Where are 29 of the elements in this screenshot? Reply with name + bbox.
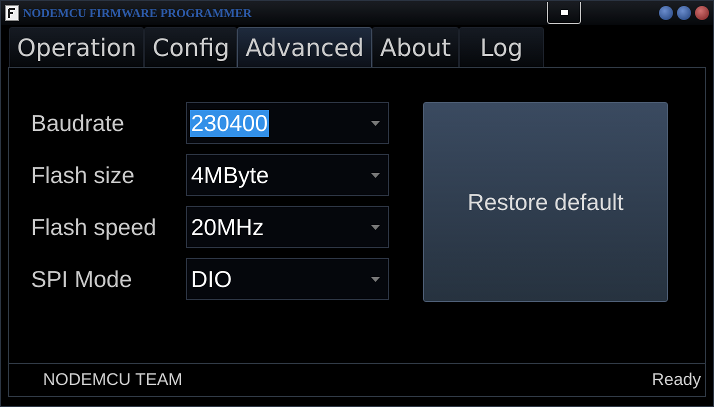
tab[interactable]: Advanced — [237, 27, 372, 67]
minimize-button[interactable] — [659, 6, 673, 20]
app-icon — [5, 5, 19, 21]
setting-label: Flash speed — [31, 214, 158, 240]
tab[interactable]: Log — [458, 27, 544, 67]
tab[interactable]: About — [372, 27, 459, 67]
caret-icon — [371, 276, 380, 282]
window-title: NODEMCU FIRMWARE PROGRAMMER — [23, 6, 252, 20]
dropdown-value: 20MHz — [190, 214, 265, 240]
status-text: NODEMCU TEAM — [43, 370, 182, 390]
setting-label: Flash size — [31, 162, 136, 188]
tab[interactable]: Config — [144, 27, 238, 67]
dropdown[interactable]: 4MByte — [186, 154, 389, 196]
setting-label: Baudrate — [31, 110, 126, 136]
status-text: Ready — [652, 370, 701, 390]
dropdown-value: DIO — [190, 266, 233, 292]
dropdown[interactable]: DIO — [186, 258, 389, 300]
caret-icon — [371, 224, 380, 230]
caret-icon — [371, 172, 380, 178]
close-button[interactable] — [695, 6, 709, 20]
maximize-button[interactable] — [677, 6, 691, 20]
restore-window-button[interactable] — [547, 2, 581, 24]
dropdown[interactable]: 20MHz — [186, 206, 389, 248]
setting-label: SPI Mode — [31, 266, 133, 292]
dropdown-value: 230400 — [190, 110, 269, 136]
caret-icon — [371, 120, 380, 126]
tab[interactable]: Operation — [9, 27, 144, 67]
restore-default-button[interactable]: Restore default — [423, 102, 668, 302]
dropdown-value: 4MByte — [190, 162, 270, 188]
